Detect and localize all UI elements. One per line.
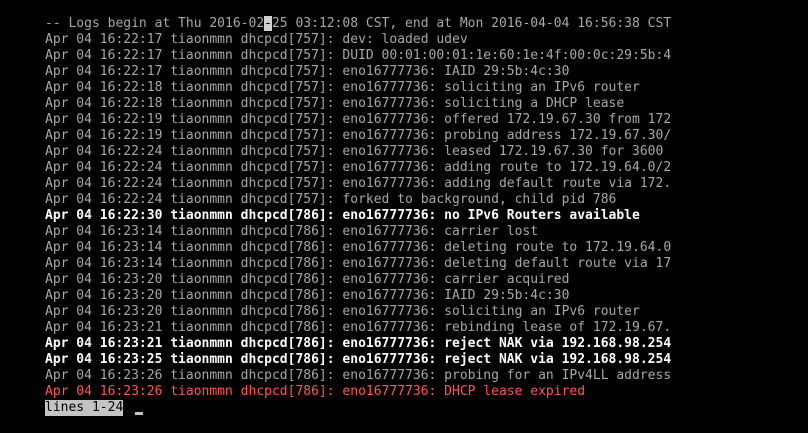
- log-line: Apr 04 16:22:17 tiaonmmn dhcpcd[757]: DU…: [45, 48, 671, 64]
- log-line: Apr 04 16:22:18 tiaonmmn dhcpcd[757]: en…: [45, 96, 624, 112]
- log-line-prefix: Apr 04 16:23:14 tiaonmmn dhcpcd[786]:: [45, 240, 335, 255]
- log-line-prefix: Apr 04 16:23:21 tiaonmmn dhcpcd[786]:: [45, 320, 335, 335]
- log-line-prefix: Apr 04 16:22:19 tiaonmmn dhcpcd[757]:: [45, 128, 335, 143]
- log-line: Apr 04 16:22:24 tiaonmmn dhcpcd[757]: fo…: [45, 192, 616, 208]
- log-line-message: eno16777736: IAID 29:5b:4c:30: [342, 288, 570, 303]
- log-line-prefix: Apr 04 16:23:20 tiaonmmn dhcpcd[786]:: [45, 304, 335, 319]
- log-line-prefix: Apr 04 16:22:18 tiaonmmn dhcpcd[757]:: [45, 80, 335, 95]
- terminal-screen[interactable]: -- Logs begin at Thu 2016-02-25 03:12:08…: [0, 0, 808, 433]
- log-header: -- Logs begin at Thu 2016-02-25 03:12:08…: [45, 16, 671, 32]
- log-line-message: eno16777736: deleting default route via …: [342, 256, 672, 271]
- pager-status: lines 1-24: [45, 400, 124, 416]
- log-line-message: eno16777736: offered 172.19.67.30 from 1…: [342, 112, 672, 127]
- log-line-prefix: Apr 04 16:22:17 tiaonmmn dhcpcd[757]:: [45, 32, 335, 47]
- log-line: Apr 04 16:22:17 tiaonmmn dhcpcd[757]: de…: [45, 32, 468, 48]
- log-line-message: eno16777736: rebinding lease of 172.19.6…: [342, 320, 672, 335]
- log-line: Apr 04 16:23:20 tiaonmmn dhcpcd[786]: en…: [45, 272, 569, 288]
- log-line-message: eno16777736: adding default route via 17…: [342, 176, 672, 191]
- log-line: Apr 04 16:23:21 tiaonmmn dhcpcd[786]: en…: [45, 336, 671, 352]
- log-line: Apr 04 16:22:19 tiaonmmn dhcpcd[757]: en…: [45, 112, 671, 128]
- log-line: Apr 04 16:22:24 tiaonmmn dhcpcd[757]: en…: [45, 144, 663, 160]
- log-line-prefix: Apr 04 16:22:24 tiaonmmn dhcpcd[757]:: [45, 144, 335, 159]
- log-line: Apr 04 16:23:26 tiaonmmn dhcpcd[786]: en…: [45, 384, 585, 400]
- log-line-message: eno16777736: soliciting a DHCP lease: [342, 96, 625, 111]
- log-line-message: eno16777736: DHCP lease expired: [342, 384, 586, 399]
- log-line-message: eno16777736: no IPv6 Routers available: [342, 208, 640, 223]
- log-line-prefix: Apr 04 16:22:24 tiaonmmn dhcpcd[757]:: [45, 176, 335, 191]
- log-line-message: eno16777736: soliciting an IPv6 router: [342, 304, 640, 319]
- log-line-message: eno16777736: adding route to 172.19.64.0…: [342, 160, 672, 175]
- log-line-prefix: Apr 04 16:22:24 tiaonmmn dhcpcd[757]:: [45, 192, 335, 207]
- log-line-prefix: Apr 04 16:23:20 tiaonmmn dhcpcd[786]:: [45, 288, 335, 303]
- log-line-message: eno16777736: deleting route to 172.19.64…: [342, 240, 672, 255]
- log-line: Apr 04 16:22:24 tiaonmmn dhcpcd[757]: en…: [45, 176, 671, 192]
- log-line-prefix: Apr 04 16:22:18 tiaonmmn dhcpcd[757]:: [45, 96, 335, 111]
- log-line-prefix: Apr 04 16:22:17 tiaonmmn dhcpcd[757]:: [45, 48, 335, 63]
- log-line: Apr 04 16:23:14 tiaonmmn dhcpcd[786]: en…: [45, 256, 671, 272]
- log-line: Apr 04 16:23:25 tiaonmmn dhcpcd[786]: en…: [45, 352, 671, 368]
- log-line-message: eno16777736: probing address 172.19.67.3…: [342, 128, 672, 143]
- log-line: Apr 04 16:23:14 tiaonmmn dhcpcd[786]: en…: [45, 224, 538, 240]
- log-line-prefix: Apr 04 16:23:21 tiaonmmn dhcpcd[786]:: [45, 336, 335, 351]
- log-header-start: -- Logs begin at Thu 2016-02: [45, 16, 265, 31]
- log-line-message: eno16777736: soliciting an IPv6 router: [342, 80, 640, 95]
- log-line-message: eno16777736: leased 172.19.67.30 for 360…: [342, 144, 664, 159]
- log-line-message: DUID 00:01:00:01:1e:60:1e:4f:00:0c:29:5b…: [342, 48, 672, 63]
- log-line-prefix: Apr 04 16:23:26 tiaonmmn dhcpcd[786]:: [45, 384, 335, 399]
- log-line-prefix: Apr 04 16:22:30 tiaonmmn dhcpcd[786]:: [45, 208, 335, 223]
- text-cursor: -: [264, 16, 272, 31]
- log-line: Apr 04 16:22:18 tiaonmmn dhcpcd[757]: en…: [45, 80, 640, 96]
- log-line-prefix: Apr 04 16:22:24 tiaonmmn dhcpcd[757]:: [45, 160, 335, 175]
- log-line: Apr 04 16:22:19 tiaonmmn dhcpcd[757]: en…: [45, 128, 671, 144]
- log-line: Apr 04 16:23:20 tiaonmmn dhcpcd[786]: en…: [45, 288, 569, 304]
- log-line-prefix: Apr 04 16:23:14 tiaonmmn dhcpcd[786]:: [45, 224, 335, 239]
- log-line-message: eno16777736: IAID 29:5b:4c:30: [342, 64, 570, 79]
- log-line: Apr 04 16:23:14 tiaonmmn dhcpcd[786]: en…: [45, 240, 671, 256]
- log-line-message: eno16777736: reject NAK via 192.168.98.2…: [342, 336, 672, 351]
- log-line-prefix: Apr 04 16:22:17 tiaonmmn dhcpcd[757]:: [45, 64, 335, 79]
- log-line: Apr 04 16:23:21 tiaonmmn dhcpcd[786]: en…: [45, 320, 671, 336]
- log-line-prefix: Apr 04 16:23:26 tiaonmmn dhcpcd[786]:: [45, 368, 335, 383]
- log-line: Apr 04 16:23:20 tiaonmmn dhcpcd[786]: en…: [45, 304, 640, 320]
- log-line-message: eno16777736: carrier lost: [342, 224, 539, 239]
- log-line-message: dev: loaded udev: [342, 32, 468, 47]
- log-line-prefix: Apr 04 16:23:20 tiaonmmn dhcpcd[786]:: [45, 272, 335, 287]
- log-line-message: eno16777736: carrier acquired: [342, 272, 570, 287]
- log-line: Apr 04 16:22:24 tiaonmmn dhcpcd[757]: en…: [45, 160, 671, 176]
- log-line-prefix: Apr 04 16:22:19 tiaonmmn dhcpcd[757]:: [45, 112, 335, 127]
- pager-cursor: [135, 412, 143, 415]
- log-line: Apr 04 16:22:17 tiaonmmn dhcpcd[757]: en…: [45, 64, 569, 80]
- log-line-message: forked to background, child pid 786: [342, 192, 617, 207]
- log-line-prefix: Apr 04 16:23:14 tiaonmmn dhcpcd[786]:: [45, 256, 335, 271]
- log-header-end: 25 03:12:08 CST, end at Mon 2016-04-04 1…: [271, 16, 672, 31]
- log-line: Apr 04 16:23:26 tiaonmmn dhcpcd[786]: en…: [45, 368, 671, 384]
- log-line-message: eno16777736: probing for an IPv4LL addre…: [342, 368, 672, 383]
- log-line: Apr 04 16:22:30 tiaonmmn dhcpcd[786]: en…: [45, 208, 640, 224]
- log-line-prefix: Apr 04 16:23:25 tiaonmmn dhcpcd[786]:: [45, 352, 335, 367]
- log-line-message: eno16777736: reject NAK via 192.168.98.2…: [342, 352, 672, 367]
